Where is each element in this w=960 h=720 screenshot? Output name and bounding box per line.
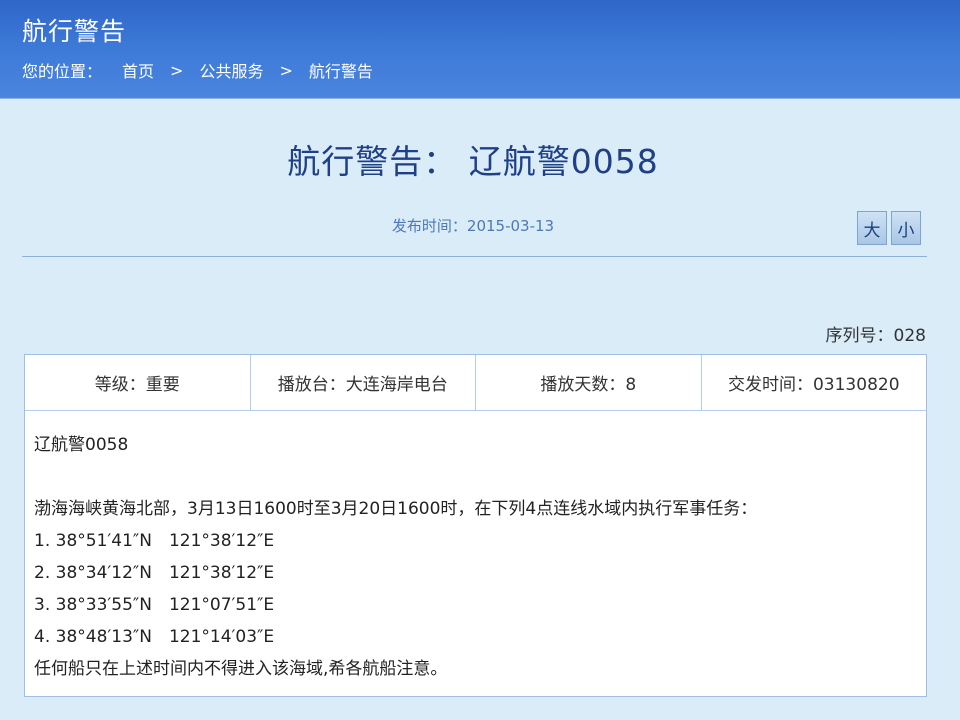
breadcrumb-separator: >	[170, 60, 184, 80]
warning-level: 等级：重要	[25, 355, 251, 410]
font-size-controls: 大 小	[857, 211, 921, 245]
dispatch-time: 交发时间：03130820	[727, 375, 900, 395]
article-title: 航行警告： 辽航警0058	[287, 142, 659, 181]
font-size-small-button[interactable]: 小	[891, 211, 921, 245]
page-section-title: 航行警告	[22, 17, 127, 46]
font-size-large-button[interactable]: 大	[857, 211, 887, 245]
coordinate-point-3: 3. 38°33′55″N 121°07′51″E	[34, 595, 275, 615]
page-header: 航行警告 您的位置： 首页 > 公共服务 > 航行警告	[0, 0, 960, 99]
breadcrumb-prefix: 您的位置：	[22, 62, 103, 81]
breadcrumb-separator: >	[279, 60, 293, 80]
warning-info-row: 等级：重要 播放台：大连海岸电台 播放天数：8 交发时间：03130820	[25, 355, 926, 411]
warning-code: 辽航警0058	[34, 435, 129, 455]
title-divider	[22, 256, 927, 257]
warning-closing: 任何船只在上述时间内不得进入该海域,希各航船注意。	[34, 659, 448, 679]
breadcrumb-home-link[interactable]: 首页	[122, 58, 154, 82]
warning-body: 辽航警0058 渤海海峡黄海北部，3月13日1600时至3月20日1600时，在…	[25, 411, 926, 685]
warning-detail-box: 等级：重要 播放台：大连海岸电台 播放天数：8 交发时间：03130820 辽航…	[24, 354, 927, 697]
coordinate-point-1: 1. 38°51′41″N 121°38′12″E	[34, 531, 275, 551]
article-container: 航行警告： 辽航警0058 发布时间：2015-03-13 大 小 序列号：02…	[0, 99, 960, 720]
serial-number: 序列号：028	[825, 326, 926, 346]
breadcrumb-public-service-link[interactable]: 公共服务	[199, 58, 263, 82]
publish-time: 发布时间：2015-03-13	[391, 217, 555, 235]
coordinate-point-2: 2. 38°34′12″N 121°38′12″E	[34, 563, 275, 583]
breadcrumb: 您的位置： 首页 > 公共服务 > 航行警告	[22, 58, 373, 82]
breadcrumb-navigation-warning-link[interactable]: 航行警告	[309, 58, 373, 82]
broadcast-station: 播放台：大连海岸电台	[251, 355, 476, 410]
warning-intro: 渤海海峡黄海北部，3月13日1600时至3月20日1600时，在下列4点连线水域…	[34, 499, 758, 519]
broadcast-days: 播放天数：8	[476, 355, 702, 410]
coordinate-point-4: 4. 38°48′13″N 121°14′03″E	[34, 627, 275, 647]
